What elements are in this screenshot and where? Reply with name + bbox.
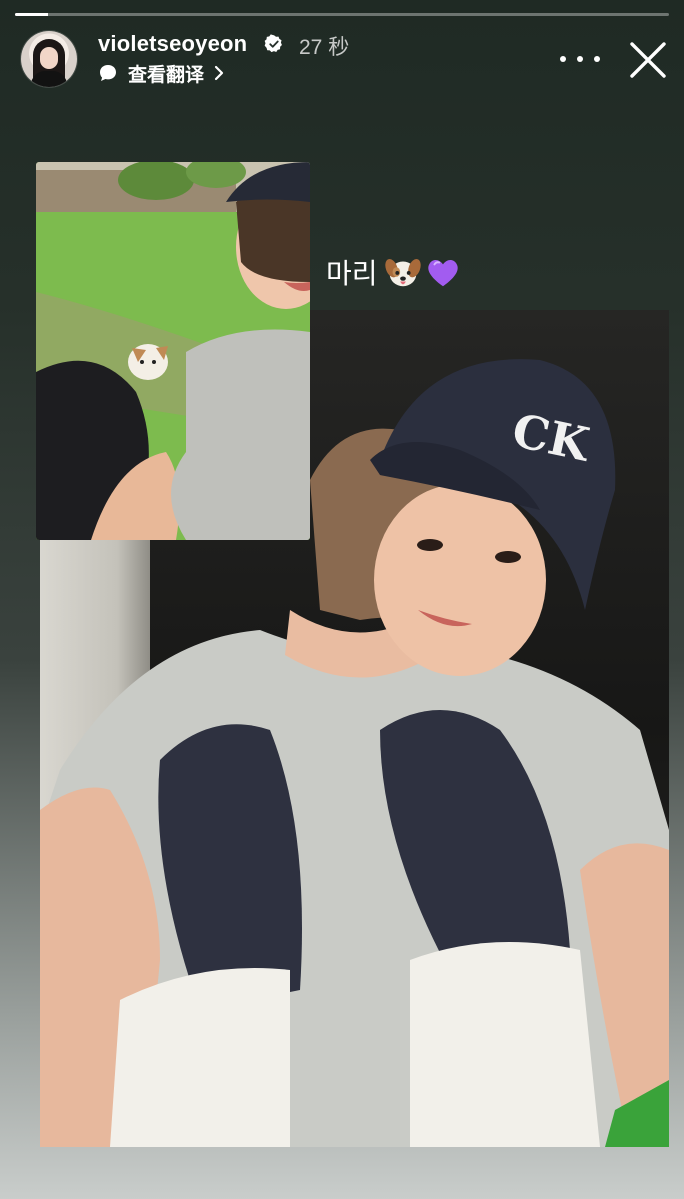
close-icon[interactable] [628,40,668,80]
story-progress-bar [15,13,669,16]
chevron-right-icon [214,65,224,81]
story-timestamp: 27 秒 [299,36,350,59]
username[interactable]: violetseoyeon [98,31,247,57]
story-photo-inset [36,162,310,540]
more-options-button[interactable] [560,44,600,74]
purple-heart-icon [427,259,458,287]
see-translation-label: 查看翻译 [128,64,205,86]
caption-text: 마리 [326,258,378,289]
see-translation-button[interactable]: 查看翻译 [98,60,226,86]
dog-face-icon [384,259,421,287]
chat-bubble-icon [100,65,116,81]
avatar[interactable] [21,31,77,87]
verified-badge-icon [264,34,282,53]
story-caption: 마리 [326,252,462,292]
more-dots-icon [560,56,566,62]
story-progress-fill [15,13,48,16]
